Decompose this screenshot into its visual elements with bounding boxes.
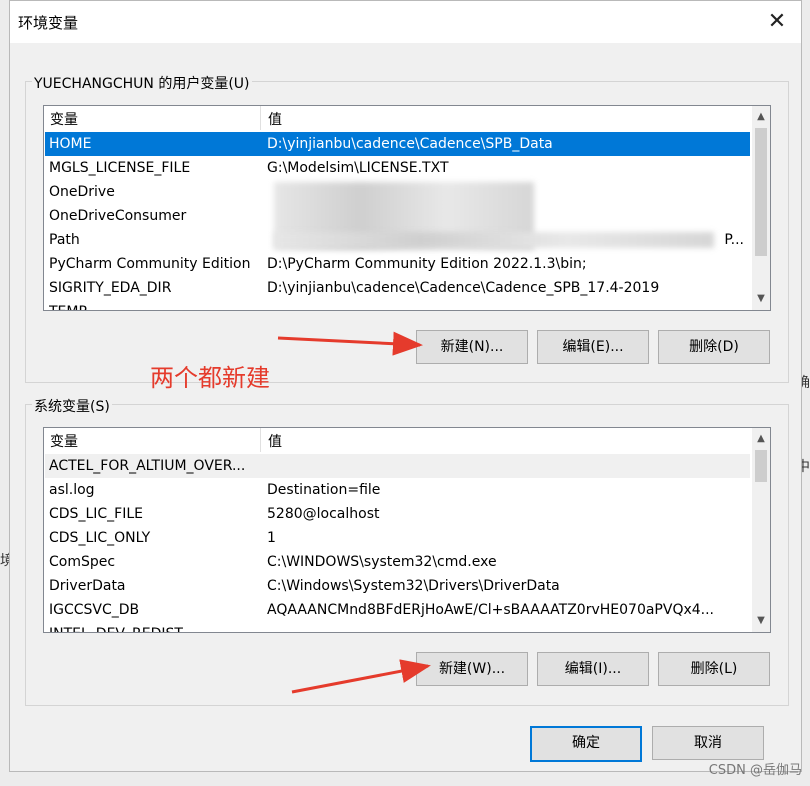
title-bar: 环境变量 ✕ <box>10 1 801 43</box>
redacted-region <box>274 232 714 248</box>
column-header-value[interactable]: 值 <box>268 109 282 129</box>
variable-name: Path <box>49 232 80 248</box>
system-edit-button[interactable]: 编辑(I)... <box>537 652 649 686</box>
user-variables-list[interactable]: 变量 值 HOME D:\yinjianbu\cadence\Cadence\S… <box>43 105 771 311</box>
column-divider[interactable] <box>260 106 261 130</box>
watermark: CSDN @岳伽马 <box>708 763 802 778</box>
variable-value: G:\Modelsim\LICENSE.TXT <box>267 160 449 176</box>
variable-name: MGLS_LICENSE_FILE <box>49 160 191 176</box>
variable-name: INTEL_DEV_REDIST <box>49 622 259 632</box>
variable-value: 5280@localhost <box>267 506 380 522</box>
list-header: 变量 值 <box>44 106 752 130</box>
variable-name: OneDriveConsumer <box>49 208 187 224</box>
close-icon[interactable]: ✕ <box>759 6 795 38</box>
system-new-button[interactable]: 新建(W)... <box>416 652 528 686</box>
variable-value: 1 <box>267 530 276 546</box>
variable-name: TEMP <box>49 300 259 310</box>
variable-value: D:\PyCharm Community Edition 2022.1.3\bi… <box>267 256 587 272</box>
system-list-scrollbar[interactable]: ▲ ▼ <box>752 428 770 632</box>
list-item[interactable]: asl.log Destination=file <box>45 478 750 502</box>
list-item[interactable]: DriverData C:\Windows\System32\Drivers\D… <box>45 574 750 598</box>
variable-name: CDS_LIC_FILE <box>49 506 143 522</box>
variable-name: ComSpec <box>49 554 116 570</box>
scroll-down-icon[interactable]: ▼ <box>752 290 770 308</box>
variable-name: CDS_LIC_ONLY <box>49 530 151 546</box>
system-variables-label: 系统变量(S) <box>32 396 112 416</box>
list-item[interactable]: ACTEL_FOR_ALTIUM_OVER... <box>45 454 750 478</box>
variable-name: HOME <box>49 136 92 152</box>
column-header-value[interactable]: 值 <box>268 431 282 451</box>
list-item[interactable]: ComSpec C:\WINDOWS\system32\cmd.exe <box>45 550 750 574</box>
scroll-thumb[interactable] <box>755 450 767 482</box>
variable-name: DriverData <box>49 578 126 594</box>
system-variables-list[interactable]: 变量 值 ACTEL_FOR_ALTIUM_OVER... asl.log De… <box>43 427 771 633</box>
list-item[interactable]: PyCharm Community Edition D:\PyCharm Com… <box>45 252 750 276</box>
list-item[interactable]: MGLS_LICENSE_FILE G:\Modelsim\LICENSE.TX… <box>45 156 750 180</box>
variable-value: AQAAANCMnd8BFdERjHoAwE/Cl+sBAAAATZ0rvHE0… <box>267 602 715 618</box>
user-new-button[interactable]: 新建(N)... <box>416 330 528 364</box>
variable-name: ACTEL_FOR_ALTIUM_OVER... <box>49 458 246 474</box>
list-item[interactable]: HOME D:\yinjianbu\cadence\Cadence\SPB_Da… <box>45 132 750 156</box>
scroll-up-icon[interactable]: ▲ <box>752 430 770 448</box>
column-header-name[interactable]: 变量 <box>50 109 78 129</box>
user-delete-button[interactable]: 删除(D) <box>658 330 770 364</box>
cancel-button[interactable]: 取消 <box>652 726 764 760</box>
variable-name: PyCharm Community Edition <box>49 256 251 272</box>
variable-value: D:\yinjianbu\cadence\Cadence\SPB_Data <box>267 136 553 152</box>
column-divider[interactable] <box>260 428 261 452</box>
column-header-name[interactable]: 变量 <box>50 431 78 451</box>
variable-value: C:\WINDOWS\system32\cmd.exe <box>267 554 497 570</box>
list-item[interactable]: TEMP <box>45 300 750 310</box>
annotation-text: 两个都新建 <box>150 364 270 392</box>
window-title: 环境变量 <box>18 14 79 32</box>
variable-name: IGCCSVC_DB <box>49 602 140 618</box>
list-item[interactable]: CDS_LIC_FILE 5280@localhost <box>45 502 750 526</box>
environment-variables-dialog: 环境变量 ✕ YUECHANGCHUN 的用户变量(U) 变量 值 HOME D… <box>9 0 802 772</box>
scroll-up-icon[interactable]: ▲ <box>752 108 770 126</box>
list-item[interactable]: SIGRITY_EDA_DIR D:\yinjianbu\cadence\Cad… <box>45 276 750 300</box>
variable-name: asl.log <box>49 482 95 498</box>
system-delete-button[interactable]: 删除(L) <box>658 652 770 686</box>
variable-value: C:\Windows\System32\Drivers\DriverData <box>267 578 560 594</box>
list-item[interactable]: INTEL_DEV_REDIST <box>45 622 750 632</box>
variable-name: SIGRITY_EDA_DIR <box>49 280 172 296</box>
list-item[interactable]: CDS_LIC_ONLY 1 <box>45 526 750 550</box>
ok-button[interactable]: 确定 <box>530 726 642 762</box>
list-header: 变量 值 <box>44 428 752 452</box>
variable-value: Destination=file <box>267 482 381 498</box>
user-edit-button[interactable]: 编辑(E)... <box>537 330 649 364</box>
scroll-down-icon[interactable]: ▼ <box>752 612 770 630</box>
list-item[interactable]: IGCCSVC_DB AQAAANCMnd8BFdERjHoAwE/Cl+sBA… <box>45 598 750 622</box>
scroll-thumb[interactable] <box>755 128 767 256</box>
variable-name: OneDrive <box>49 184 115 200</box>
user-variables-label: YUECHANGCHUN 的用户变量(U) <box>32 73 252 93</box>
variable-value: D:\yinjianbu\cadence\Cadence\Cadence_SPB… <box>267 280 660 296</box>
user-list-scrollbar[interactable]: ▲ ▼ <box>752 106 770 310</box>
